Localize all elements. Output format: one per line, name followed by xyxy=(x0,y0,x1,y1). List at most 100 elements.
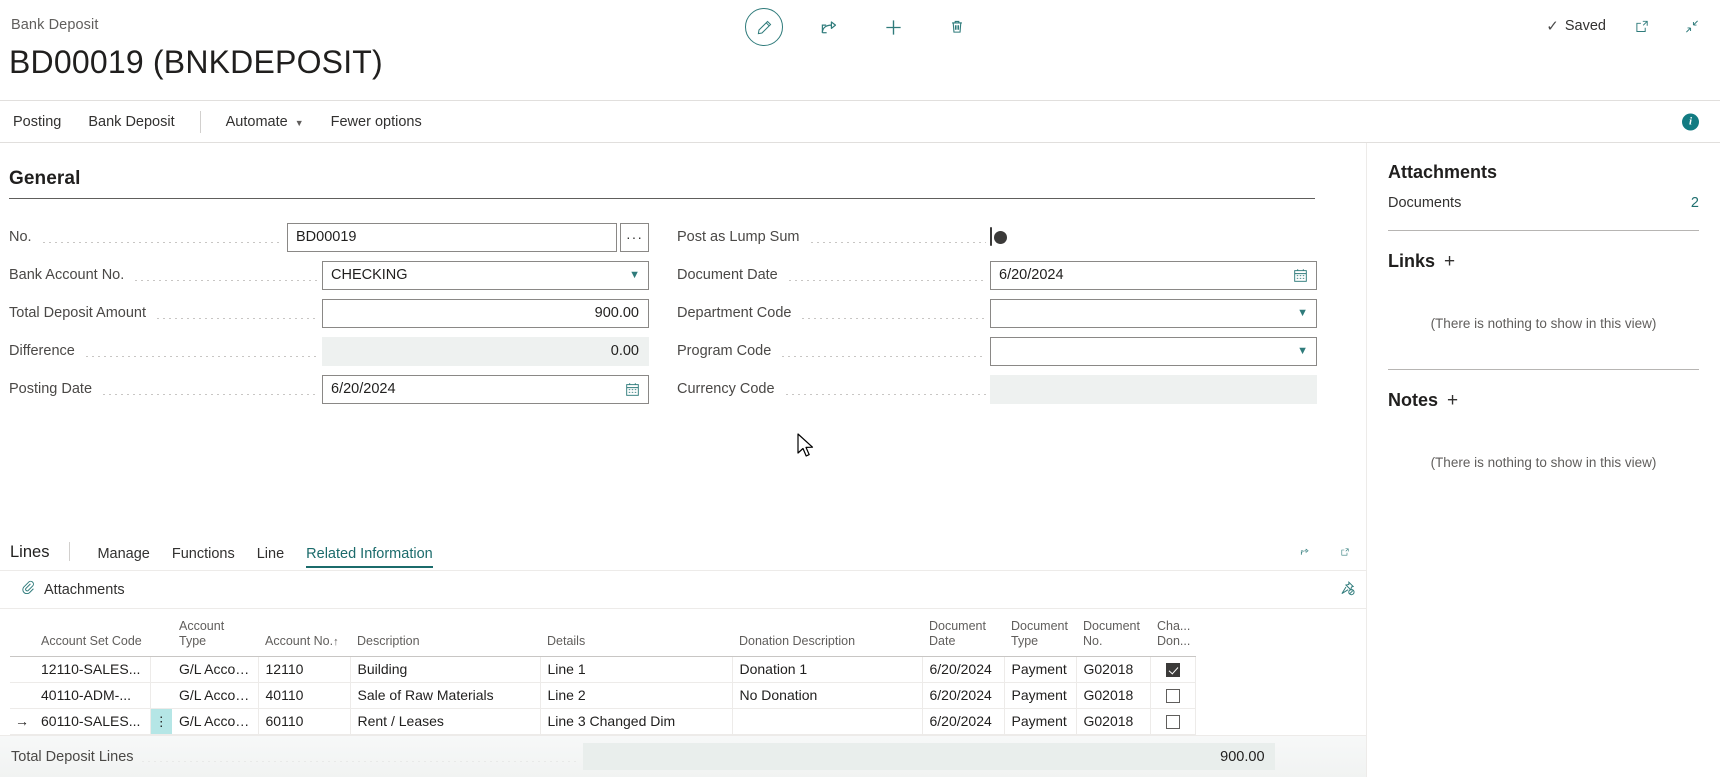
cell-document-type[interactable]: Payment xyxy=(1004,656,1076,682)
charge-donation-checkbox[interactable] xyxy=(1166,689,1180,703)
cell-document-no[interactable]: G02018 xyxy=(1076,656,1150,682)
charge-donation-checkbox[interactable] xyxy=(1166,663,1180,677)
plus-icon[interactable]: + xyxy=(1447,391,1458,410)
general-section-title: General xyxy=(9,168,1366,190)
chevron-down-icon[interactable]: ▼ xyxy=(629,270,640,281)
column-header-document-type[interactable]: Document Type xyxy=(1004,609,1076,656)
cell-account-set-code[interactable]: 60110-SALES... xyxy=(34,708,150,734)
cell-details[interactable]: Line 1 xyxy=(540,656,732,682)
cell-account-set-code[interactable]: 12110-SALES... xyxy=(34,656,150,682)
cell-charge-donation[interactable] xyxy=(1150,656,1195,682)
row-indicator xyxy=(10,682,34,708)
notes-factbox-title: Notes + xyxy=(1388,390,1699,411)
post-as-lump-sum-toggle[interactable] xyxy=(990,227,992,246)
column-header-document-no[interactable]: Document No. xyxy=(1076,609,1150,656)
column-header-charge-donation[interactable]: Cha... Don... xyxy=(1150,609,1195,656)
cell-account-no[interactable]: 40110 xyxy=(258,682,350,708)
documents-count[interactable]: 2 xyxy=(1691,195,1699,211)
column-header-donation-description[interactable]: Donation Description xyxy=(732,609,922,656)
attachments-label[interactable]: Attachments xyxy=(44,582,125,598)
field-label: Document Date xyxy=(677,267,785,283)
tab-functions[interactable]: Functions xyxy=(161,546,246,570)
cell-account-no[interactable]: 60110 xyxy=(258,708,350,734)
cell-donation-description[interactable] xyxy=(732,708,922,734)
cell-description[interactable]: Sale of Raw Materials xyxy=(350,682,540,708)
documents-row[interactable]: Documents 2 xyxy=(1388,195,1699,211)
ribbon-item-bank-deposit[interactable]: Bank Deposit xyxy=(76,110,186,134)
trash-icon[interactable] xyxy=(939,9,975,45)
column-header-account-type[interactable]: Account Type xyxy=(172,609,258,656)
bank-account-no-dropdown[interactable]: CHECKING ▼ xyxy=(322,261,649,290)
calendar-icon[interactable] xyxy=(625,382,640,397)
cell-charge-donation[interactable] xyxy=(1150,682,1195,708)
ribbon-item-fewer-options[interactable]: Fewer options xyxy=(319,110,434,134)
total-deposit-lines-bar: Total Deposit Lines 900.00 xyxy=(0,735,1366,777)
cell-details[interactable]: Line 2 xyxy=(540,682,732,708)
ribbon-item-label: Posting xyxy=(13,114,61,130)
row-menu-cell[interactable]: ⋮ xyxy=(150,708,172,734)
cell-description[interactable]: Building xyxy=(350,656,540,682)
table-row[interactable]: → 60110-SALES... ⋮ G/L Account 60110 Ren… xyxy=(10,708,1195,734)
open-in-new-window-icon[interactable] xyxy=(1628,12,1656,40)
tab-manage[interactable]: Manage xyxy=(86,546,160,570)
cell-account-type[interactable]: G/L Account xyxy=(172,656,258,682)
cell-donation-description[interactable]: No Donation xyxy=(732,682,922,708)
share-icon[interactable] xyxy=(811,9,847,45)
column-header-details[interactable]: Details xyxy=(540,609,732,656)
cell-description[interactable]: Rent / Leases xyxy=(350,708,540,734)
ribbon-item-posting[interactable]: Posting xyxy=(11,110,73,134)
unpin-icon[interactable] xyxy=(1339,580,1356,602)
no-input[interactable]: BD00019 xyxy=(287,223,617,252)
plus-icon[interactable]: + xyxy=(1444,252,1455,271)
total-deposit-lines-value: 900.00 xyxy=(1220,749,1264,765)
leader-dots xyxy=(800,318,986,319)
cell-charge-donation[interactable] xyxy=(1150,708,1195,734)
cell-document-date[interactable]: 6/20/2024 xyxy=(922,682,1004,708)
cell-document-date[interactable]: 6/20/2024 xyxy=(922,708,1004,734)
cell-account-set-code[interactable]: 40110-ADM-... xyxy=(34,682,150,708)
cell-donation-description[interactable]: Donation 1 xyxy=(732,656,922,682)
program-code-dropdown[interactable]: ▼ xyxy=(990,337,1317,366)
cell-document-type[interactable]: Payment xyxy=(1004,708,1076,734)
department-code-dropdown[interactable]: ▼ xyxy=(990,299,1317,328)
table-row[interactable]: 12110-SALES... G/L Account 12110 Buildin… xyxy=(10,656,1195,682)
leader-dots xyxy=(101,394,318,395)
column-header-account-no[interactable]: Account No.↑ xyxy=(258,609,350,656)
row-menu-header xyxy=(150,609,172,656)
leader-dots xyxy=(787,280,986,281)
calendar-icon[interactable] xyxy=(1293,268,1308,283)
charge-donation-checkbox[interactable] xyxy=(1166,715,1180,729)
chevron-down-icon[interactable]: ▼ xyxy=(1297,308,1308,319)
cell-account-no[interactable]: 12110 xyxy=(258,656,350,682)
edit-icon[interactable] xyxy=(745,8,783,46)
share-icon[interactable] xyxy=(1294,541,1316,563)
open-in-excel-icon[interactable] xyxy=(1334,541,1356,563)
cell-account-type[interactable]: G/L Account xyxy=(172,682,258,708)
cell-document-no[interactable]: G02018 xyxy=(1076,708,1150,734)
cell-document-no[interactable]: G02018 xyxy=(1076,682,1150,708)
tab-line[interactable]: Line xyxy=(246,546,295,570)
cell-details[interactable]: Line 3 Changed Dim xyxy=(540,708,732,734)
leader-dots xyxy=(133,280,318,281)
tab-related-information[interactable]: Related Information xyxy=(295,546,444,570)
lookup-ellipsis-icon[interactable]: ··· xyxy=(620,223,649,252)
row-actions-icon[interactable]: ⋮ xyxy=(155,715,168,728)
collapse-icon[interactable] xyxy=(1678,12,1706,40)
cell-document-date[interactable]: 6/20/2024 xyxy=(922,656,1004,682)
column-header-description[interactable]: Description xyxy=(350,609,540,656)
cell-document-type[interactable]: Payment xyxy=(1004,682,1076,708)
column-header-document-date[interactable]: Document Date xyxy=(922,609,1004,656)
breadcrumb: Bank Deposit xyxy=(11,17,98,33)
current-row-arrow-icon: → xyxy=(10,713,29,729)
ribbon-item-automate[interactable]: Automate ▼ xyxy=(214,110,316,134)
chevron-down-icon[interactable]: ▼ xyxy=(1297,346,1308,357)
table-row[interactable]: 40110-ADM-... G/L Account 40110 Sale of … xyxy=(10,682,1195,708)
document-date-input[interactable]: 6/20/2024 xyxy=(990,261,1317,290)
info-icon[interactable]: i xyxy=(1682,113,1699,130)
field-no: No. BD00019 ··· xyxy=(9,218,649,256)
posting-date-input[interactable]: 6/20/2024 xyxy=(322,375,649,404)
cell-account-type[interactable]: G/L Account xyxy=(172,708,258,734)
column-header-account-set-code[interactable]: Account Set Code xyxy=(34,609,150,656)
total-deposit-amount-input[interactable]: 900.00 xyxy=(322,299,649,328)
plus-icon[interactable] xyxy=(875,9,911,45)
